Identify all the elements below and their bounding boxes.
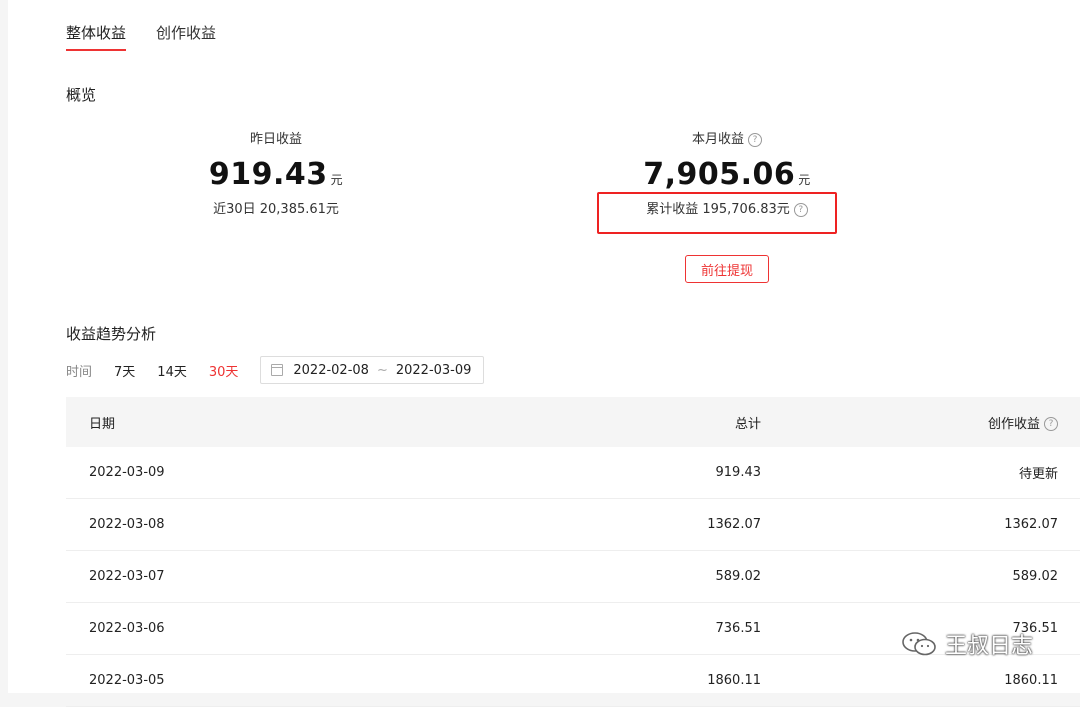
earnings-tabs: 整体收益 创作收益	[66, 22, 216, 51]
cell-total: 919.43	[390, 447, 769, 499]
question-circle-icon[interactable]: ?	[1044, 417, 1058, 431]
calendar-icon	[271, 364, 284, 376]
yesterday-value-row: 919.43 元	[176, 157, 376, 192]
cell-total: 1860.11	[390, 654, 769, 707]
header-date: 日期	[66, 397, 390, 447]
cell-date: 2022-03-05	[66, 654, 390, 707]
month-label: 本月收益	[691, 132, 744, 147]
range-7-days[interactable]: 7天	[114, 361, 135, 380]
header-total: 总计	[390, 397, 769, 447]
date-end: 2022-03-09	[395, 362, 472, 378]
table-row: 2022-03-07 589.02 589.02	[66, 550, 1080, 603]
month-value: 7,905.06	[643, 157, 796, 192]
month-label-row: 本月收益?	[607, 128, 847, 147]
cell-creation: 589.02	[769, 550, 1080, 603]
tab-creation-earnings[interactable]: 创作收益	[156, 22, 216, 51]
trend-title: 收益趋势分析	[66, 325, 157, 343]
earnings-panel: 整体收益 创作收益 概览 昨日收益 919.43 元 近30日 20,385.61…	[8, 0, 1080, 707]
range-30-days[interactable]: 30天	[209, 361, 239, 380]
yesterday-value: 919.43	[208, 157, 328, 192]
month-value-row: 7,905.06 元	[607, 157, 847, 192]
cell-creation: 1860.11	[769, 654, 1080, 707]
date-range-picker[interactable]: 2022-02-08 ~ 2022-03-09	[260, 356, 485, 384]
cell-date: 2022-03-09	[66, 447, 390, 499]
table-row: 2022-03-08 1362.07 1362.07	[66, 498, 1080, 551]
cell-total: 589.02	[390, 550, 769, 603]
cell-date: 2022-03-06	[66, 602, 390, 655]
cell-creation: 1362.07	[769, 498, 1080, 551]
cell-creation: 待更新	[769, 447, 1080, 499]
range-14-days[interactable]: 14天	[157, 361, 187, 380]
time-filter: 时间 7天 14天 30天 2022-02-08 ~ 2022-03-09	[66, 356, 485, 384]
withdraw-button[interactable]: 前往提现	[685, 255, 769, 283]
cell-date: 2022-03-08	[66, 498, 390, 551]
table-row: 2022-03-05 1860.11 1860.11	[66, 654, 1080, 707]
watermark: 王叔日志	[901, 628, 1033, 660]
date-start: 2022-02-08	[293, 362, 369, 378]
yesterday-unit: 元	[330, 173, 344, 187]
watermark-text: 王叔日志	[945, 634, 1034, 659]
header-creation: 创作收益?	[769, 397, 1080, 447]
wechat-icon	[902, 632, 936, 656]
cell-date: 2022-03-07	[66, 550, 390, 603]
cell-total: 736.51	[390, 602, 769, 655]
time-label: 时间	[66, 364, 93, 380]
date-separator: ~	[376, 362, 388, 378]
cell-total: 1362.07	[390, 498, 769, 551]
highlight-annotation-box	[597, 192, 837, 234]
last-30-days-total: 近30日 20,385.61元	[213, 202, 339, 217]
table-header-row: 日期 总计 创作收益?	[66, 397, 1080, 447]
table-row: 2022-03-09 919.43 待更新	[66, 447, 1080, 499]
earnings-table: 日期 总计 创作收益? 2022-03-09 919.43 待更新 2022-0…	[66, 397, 1080, 707]
overview-title: 概览	[66, 86, 97, 104]
question-circle-icon[interactable]: ?	[748, 132, 762, 147]
yesterday-earnings: 昨日收益 919.43 元 近30日 20,385.61元	[176, 128, 376, 217]
header-creation-label: 创作收益	[987, 416, 1040, 432]
month-unit: 元	[798, 173, 811, 187]
yesterday-label: 昨日收益	[249, 132, 302, 147]
tab-overall-earnings[interactable]: 整体收益	[66, 22, 127, 51]
